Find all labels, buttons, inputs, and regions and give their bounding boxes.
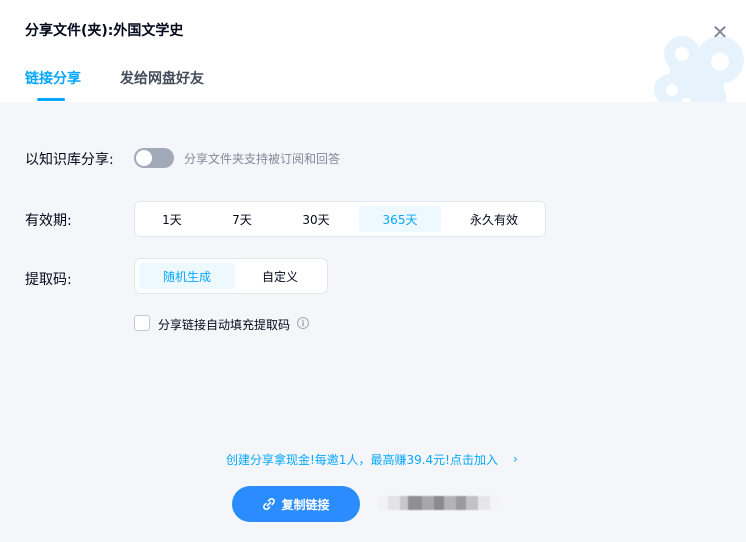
tab-link-share[interactable]: 链接分享	[25, 68, 81, 88]
extraction-code-label: 提取码:	[25, 272, 72, 288]
knowledge-share-toggle[interactable]	[134, 148, 174, 168]
chevron-right-icon[interactable]: ›	[513, 452, 518, 466]
autofill-checkbox[interactable]	[134, 315, 150, 331]
extraction-code-selector: 随机生成 自定义	[134, 258, 328, 294]
validity-option-7-days[interactable]: 7天	[209, 206, 275, 232]
cloud-decoration-icon	[654, 36, 744, 102]
validity-option-forever[interactable]: 永久有效	[449, 206, 539, 232]
validity-option-30-days[interactable]: 30天	[283, 206, 349, 232]
validity-option-365-days[interactable]: 365天	[359, 206, 441, 232]
dialog-header: 分享文件(夹):外国文学史 ✕ 链接分享 发给网盘好友	[0, 0, 746, 102]
knowledge-share-label: 以知识库分享:	[25, 152, 114, 168]
share-dialog: 分享文件(夹):外国文学史 ✕ 链接分享 发给网盘好友 以知识库分享: 分享文件…	[0, 0, 746, 542]
copy-link-button[interactable]: 复制链接	[232, 486, 360, 522]
link-icon	[263, 497, 276, 511]
copy-link-label: 复制链接	[281, 497, 330, 512]
tab-send-to-friend[interactable]: 发给网盘好友	[120, 68, 204, 88]
knowledge-share-hint: 分享文件夹支持被订阅和回答	[184, 152, 341, 166]
info-icon[interactable]: i	[297, 317, 309, 329]
dialog-title: 分享文件(夹):外国文学史	[25, 23, 184, 39]
active-tab-indicator	[37, 98, 65, 101]
promo-link[interactable]: 创建分享拿现金!每邀1人，最高赚39.4元!点击加入	[226, 451, 498, 468]
code-option-custom[interactable]: 自定义	[235, 263, 325, 289]
validity-label: 有效期:	[25, 213, 72, 229]
validity-option-1-day[interactable]: 1天	[139, 206, 205, 232]
autofill-label: 分享链接自动填充提取码	[158, 318, 291, 332]
validity-selector: 1天 7天 30天 365天 永久有效	[134, 201, 546, 237]
obscured-button[interactable]	[378, 488, 502, 518]
close-icon[interactable]: ✕	[710, 22, 730, 42]
toggle-knob	[136, 150, 152, 166]
code-option-random[interactable]: 随机生成	[139, 263, 235, 289]
